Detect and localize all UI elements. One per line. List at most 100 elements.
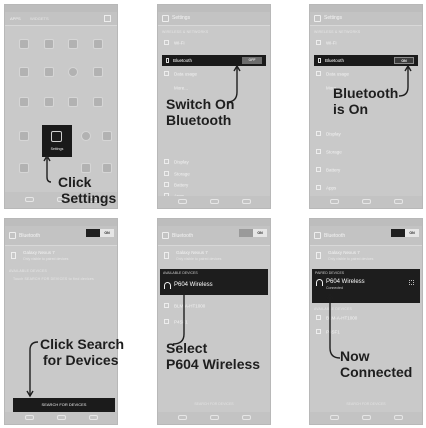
back-icon[interactable] (330, 415, 339, 420)
recents-icon[interactable] (242, 199, 251, 204)
settings-app-label: Settings (50, 147, 64, 151)
back-icon[interactable] (178, 199, 187, 204)
app-icon[interactable] (68, 97, 78, 107)
home-icon[interactable] (362, 415, 371, 420)
gear-icon (51, 131, 62, 142)
back-icon[interactable] (25, 197, 34, 202)
settings-item-battery[interactable]: Battery (316, 167, 418, 177)
settings-app-icon[interactable]: Settings (42, 125, 72, 157)
back-icon[interactable] (330, 199, 339, 204)
tab-apps[interactable]: APPS (10, 16, 21, 21)
storage-icon (316, 149, 321, 155)
more-icon (316, 85, 321, 90)
phone-icon (11, 252, 16, 259)
back-icon[interactable] (25, 415, 34, 420)
app-icon[interactable] (81, 163, 91, 173)
this-device-row[interactable]: Galaxy Nexus 7 Only visible to paired de… (9, 249, 113, 263)
app-icon[interactable] (19, 67, 29, 77)
section-header: WIRELESS & NETWORKS (314, 30, 361, 34)
app-icon[interactable] (44, 97, 54, 107)
phone-icon (316, 252, 321, 259)
this-device-row[interactable]: Galaxy Nexus 7 Only visible to paired de… (162, 249, 266, 263)
device-settings-icon[interactable] (409, 280, 414, 285)
this-device-row[interactable]: Galaxy Nexus 7 Only visible to paired de… (314, 249, 418, 263)
status-bar (5, 219, 117, 226)
page-title: Settings (172, 15, 191, 21)
store-icon[interactable] (104, 15, 111, 22)
callout-click-search: Click Search for Devices (40, 336, 125, 368)
connection-status: Connected (326, 286, 343, 290)
recents-icon[interactable] (89, 415, 98, 420)
storage-icon (164, 171, 169, 177)
callout-switch-on: Switch On Bluetooth (166, 96, 235, 128)
search-for-devices-button[interactable]: SEARCH FOR DEVICES (310, 402, 422, 406)
bluetooth-master-toggle[interactable]: ON (86, 229, 114, 237)
recents-icon[interactable] (394, 199, 403, 204)
wifi-icon (164, 40, 169, 46)
nav-bar (158, 196, 270, 208)
settings-item-wifi[interactable]: Wi-Fi (164, 40, 266, 50)
tab-widgets[interactable]: WIDGETS (30, 16, 49, 21)
settings-item-battery[interactable]: Battery (164, 182, 266, 192)
callout-bt-on: Bluetooth is On (333, 85, 399, 117)
available-devices-header: AVAILABLE DEVICES (9, 269, 48, 273)
app-icon[interactable] (93, 97, 103, 107)
app-icon[interactable] (44, 67, 54, 77)
recents-icon[interactable] (242, 415, 251, 420)
app-icon[interactable] (102, 163, 112, 173)
back-icon[interactable] (178, 415, 187, 420)
app-icon[interactable] (68, 67, 78, 77)
search-for-devices-button[interactable]: SEARCH FOR DEVICES (13, 398, 115, 412)
settings-item-display[interactable]: Display (164, 159, 266, 169)
settings-item-display[interactable]: Display (316, 131, 418, 141)
app-icon[interactable] (19, 131, 29, 141)
bluetooth-label: Bluetooth (325, 58, 345, 63)
bluetooth-toggle[interactable]: ON (394, 57, 414, 64)
search-for-devices-button[interactable]: SEARCH FOR DEVICES (158, 402, 270, 406)
settings-icon (9, 232, 16, 239)
home-icon[interactable] (210, 415, 219, 420)
recents-icon[interactable] (394, 415, 403, 420)
status-bar (310, 5, 422, 12)
settings-item-apps[interactable]: Apps (316, 185, 418, 195)
bluetooth-master-toggle[interactable]: ON (239, 229, 267, 237)
nav-bar (310, 412, 422, 424)
app-icon[interactable] (81, 131, 91, 141)
home-icon[interactable] (362, 199, 371, 204)
callout-arrow (398, 64, 412, 97)
app-icon[interactable] (19, 163, 29, 173)
app-icon[interactable] (93, 67, 103, 77)
settings-icon (314, 15, 321, 22)
bluetooth-master-toggle[interactable]: ON (391, 229, 419, 237)
page-title: Bluetooth (324, 233, 346, 239)
paired-device-name[interactable]: P604 Wireless (326, 279, 365, 285)
home-icon[interactable] (210, 199, 219, 204)
callout-now-connected: Now Connected (340, 348, 413, 380)
settings-item-data-usage[interactable]: Data usage (164, 71, 266, 81)
app-icon[interactable] (93, 39, 103, 49)
bluetooth-toggle[interactable]: OFF (242, 57, 262, 64)
screen-bluetooth-search: Bluetooth ON Galaxy Nexus 7 Only visible… (4, 218, 118, 425)
home-icon[interactable] (57, 415, 66, 420)
app-icon[interactable] (44, 39, 54, 49)
settings-item-storage[interactable]: Storage (164, 171, 266, 181)
app-icon[interactable] (102, 131, 112, 141)
app-icon[interactable] (68, 39, 78, 49)
headset-icon (164, 319, 169, 325)
settings-icon (162, 15, 169, 22)
status-bar (158, 219, 270, 226)
settings-item-bluetooth[interactable]: Bluetooth OFF (162, 55, 266, 66)
device-name: Galaxy Nexus 7 (328, 250, 360, 255)
wifi-icon (316, 40, 321, 46)
settings-item-more[interactable]: More... (164, 85, 266, 95)
callout-click-settings: Click Settings (58, 174, 117, 206)
settings-item-storage[interactable]: Storage (316, 149, 418, 159)
display-icon (316, 131, 321, 137)
settings-icon (314, 232, 321, 239)
bluetooth-icon (166, 58, 169, 63)
settings-item-wifi[interactable]: Wi-Fi (316, 40, 418, 50)
nav-bar (5, 412, 117, 424)
app-icon[interactable] (19, 97, 29, 107)
app-icon[interactable] (19, 39, 29, 49)
settings-icon (162, 232, 169, 239)
